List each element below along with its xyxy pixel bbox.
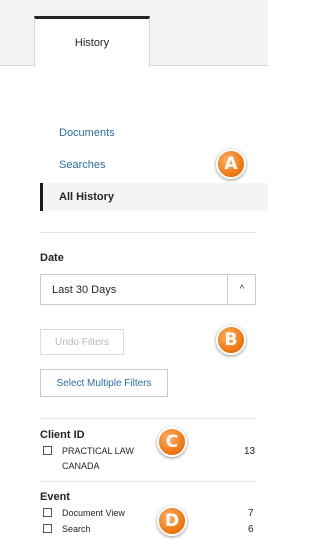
select-multiple-filters-button[interactable]: Select Multiple Filters (40, 369, 168, 397)
callout-marker-c: C (157, 427, 187, 457)
event-document-view-checkbox[interactable] (43, 508, 52, 517)
client-id-label-line1: PRACTICAL LAW (62, 446, 134, 456)
chevron-up-icon: ^ (239, 284, 245, 295)
client-id-label-line2: CANADA (62, 461, 100, 471)
client-id-heading: Client ID (40, 429, 85, 441)
date-filter-label: Date (40, 252, 64, 264)
event-document-view-count: 7 (248, 508, 254, 519)
nav-all-history-label: All History (59, 191, 115, 203)
date-select-value: Last 30 Days (52, 284, 117, 296)
client-id-checkbox[interactable] (43, 446, 52, 455)
divider (40, 481, 256, 482)
nav-documents[interactable]: Documents (59, 127, 115, 139)
tab-history-label: History (74, 37, 110, 49)
callout-marker-a: A (216, 149, 246, 179)
undo-filters-button[interactable]: Undo Filters (40, 329, 124, 355)
select-multiple-filters-label: Select Multiple Filters (56, 377, 152, 389)
event-document-view-label: Document View (62, 508, 125, 518)
date-select-toggle[interactable]: ^ (227, 274, 256, 305)
client-id-count: 13 (244, 446, 256, 457)
undo-filters-label: Undo Filters (55, 336, 109, 348)
nav-searches[interactable]: Searches (59, 159, 105, 171)
event-search-label: Search (62, 524, 91, 534)
event-search-checkbox[interactable] (43, 524, 52, 533)
tab-history[interactable]: History (34, 16, 150, 67)
callout-marker-b: B (216, 325, 246, 355)
event-search-count: 6 (248, 524, 254, 535)
event-heading: Event (40, 491, 70, 503)
divider (40, 232, 256, 233)
divider (40, 418, 256, 419)
callout-marker-d: D (157, 506, 187, 536)
active-indicator (40, 183, 43, 211)
